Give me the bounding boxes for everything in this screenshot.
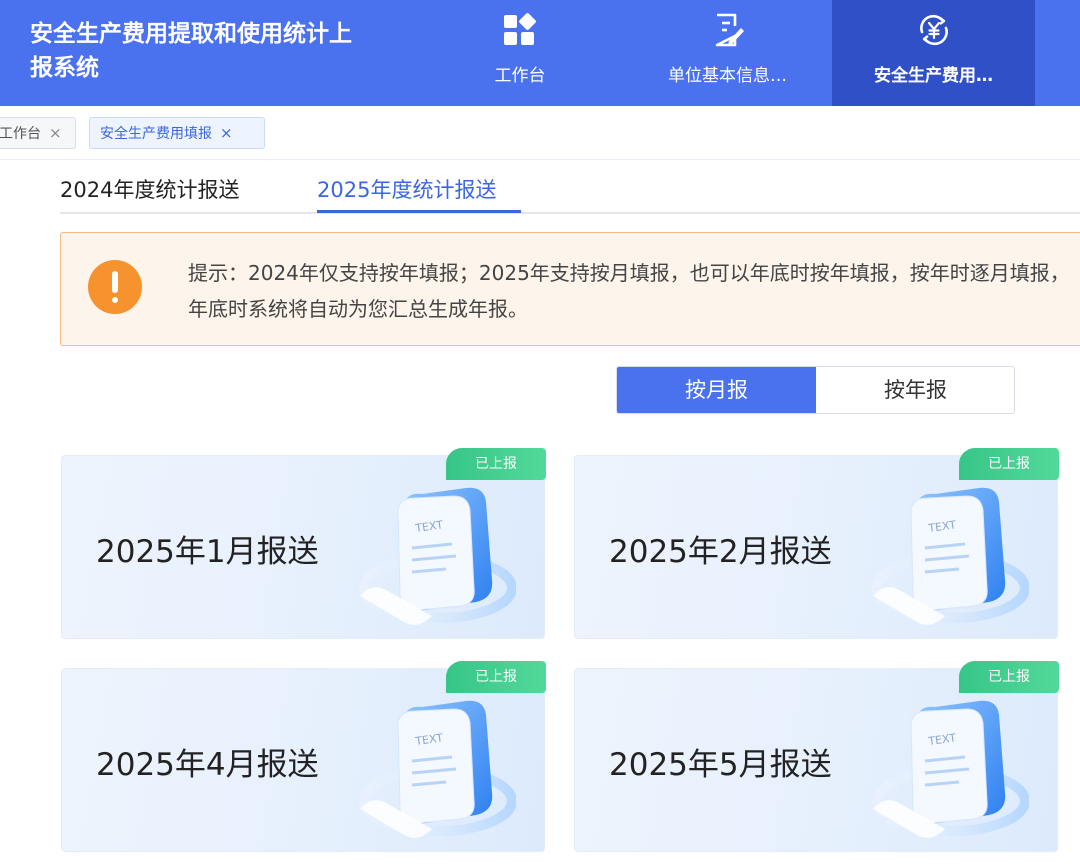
document-illustration-icon: TEXT xyxy=(872,487,1029,625)
top-header: 安全生产费用提取和使用统计上报系统 工作台 单位基本信息… 安全生产费用… xyxy=(0,0,1080,106)
document-illustration-icon: TEXT xyxy=(359,487,516,625)
active-tab-indicator xyxy=(317,210,521,213)
document-edit-icon xyxy=(715,13,744,47)
nav-label: 单位基本信息… xyxy=(668,66,787,86)
tab-2024-report[interactable]: 2024年度统计报送 xyxy=(60,174,239,204)
close-icon[interactable]: × xyxy=(220,124,233,142)
tab-2025-report[interactable]: 2025年度统计报送 xyxy=(317,174,496,204)
report-card-feb[interactable]: 2025年2月报送 TEXT 已上报 xyxy=(574,448,1059,639)
nav-item-unit-info[interactable]: 单位基本信息… xyxy=(630,0,825,106)
document-illustration-icon: TEXT xyxy=(359,700,516,838)
notice-banner: 提示：2024年仅支持按年填报；2025年支持按月填报，也可以年底时按年填报，按… xyxy=(60,232,1080,346)
nav-item-workbench[interactable]: 工作台 xyxy=(430,0,610,106)
page-tab-workbench[interactable]: 工作台 × xyxy=(0,117,76,149)
grid-apps-icon xyxy=(504,13,536,45)
status-badge: 已上报 xyxy=(446,448,546,480)
nav-item-safety-fee[interactable]: 安全生产费用… xyxy=(832,0,1035,106)
report-card-may[interactable]: 2025年5月报送 TEXT 已上报 xyxy=(574,661,1059,852)
document-illustration-icon: TEXT xyxy=(872,700,1029,838)
page-tab-label: 工作台 xyxy=(0,126,41,142)
status-badge: 已上报 xyxy=(446,661,546,693)
card-title: 2025年5月报送 xyxy=(609,747,832,783)
open-page-tabs: 工作台 × 安全生产费用填报 × xyxy=(0,106,1080,160)
year-tabs: 2024年度统计报送 2025年度统计报送 xyxy=(60,160,1080,214)
yuan-exchange-icon xyxy=(919,14,948,46)
report-mode-toggle: 按月报 按年报 xyxy=(616,366,1015,414)
nav-label: 安全生产费用… xyxy=(874,66,993,86)
status-badge: 已上报 xyxy=(959,448,1059,480)
monthly-report-button[interactable]: 按月报 xyxy=(617,367,816,413)
card-title: 2025年1月报送 xyxy=(96,534,319,570)
close-icon[interactable]: × xyxy=(49,124,62,142)
app-title: 安全生产费用提取和使用统计上报系统 xyxy=(30,21,352,81)
card-title: 2025年4月报送 xyxy=(96,747,319,783)
report-card-jan[interactable]: 2025年1月报送 TEXT 已上报 xyxy=(61,448,546,639)
page-tab-safety-fee-fill[interactable]: 安全生产费用填报 × xyxy=(89,117,265,149)
report-card-apr[interactable]: 2025年4月报送 TEXT 已上报 xyxy=(61,661,546,852)
warning-icon xyxy=(88,260,142,314)
nav-label: 工作台 xyxy=(494,66,546,86)
page-tab-label: 安全生产费用填报 xyxy=(100,126,212,142)
notice-text: 提示：2024年仅支持按年填报；2025年支持按月填报，也可以年底时按年填报，按… xyxy=(188,261,1070,321)
status-badge: 已上报 xyxy=(959,661,1059,693)
card-title: 2025年2月报送 xyxy=(609,534,832,570)
yearly-report-button[interactable]: 按年报 xyxy=(816,367,1014,413)
